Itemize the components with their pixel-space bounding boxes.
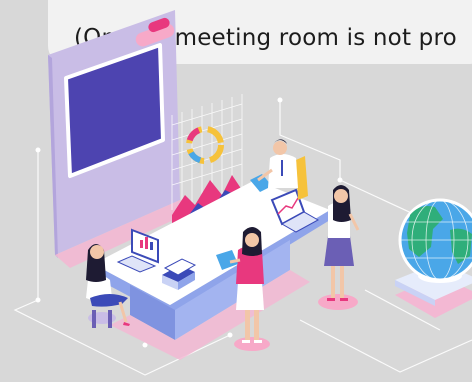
globe-icon — [395, 198, 472, 318]
person-standing-right — [318, 185, 360, 310]
meeting-illustration — [13, 10, 472, 376]
